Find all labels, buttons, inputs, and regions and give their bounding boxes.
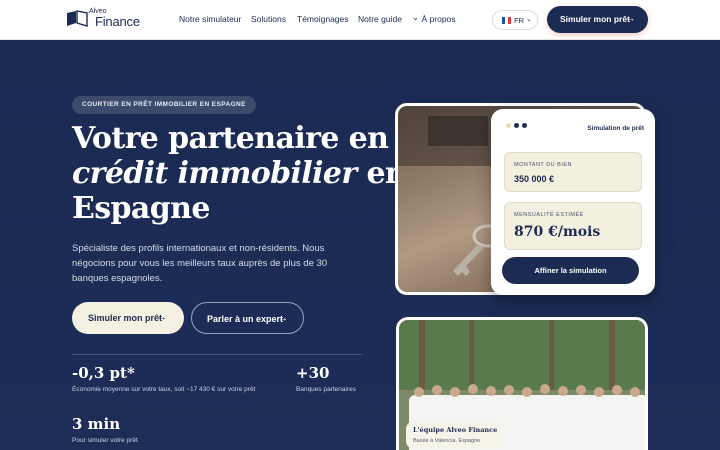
hero-title: Votre partenaire en crédit immobilier en… [72, 121, 407, 226]
logo-text-big: Finance [95, 14, 140, 29]
language-label: FR [514, 16, 524, 25]
simulation-title: Simulation de prêt [587, 125, 644, 132]
nav-a-propos-label: À propos [421, 14, 456, 24]
simulate-loan-button-header[interactable]: Simuler mon prêt → [547, 6, 648, 33]
property-amount-label: MONTANT DU BIEN [514, 162, 573, 168]
cta-label: Simuler mon prêt [560, 14, 630, 24]
chevron-down-icon: ⌄ [526, 16, 532, 23]
stat-banks-value: +30 [296, 364, 330, 382]
team-caption-subtitle: Basée à Valencia, Espagne [413, 438, 481, 444]
nav-solutions[interactable]: Solutions [251, 14, 286, 24]
nav-simulateur[interactable]: Notre simulateur [179, 14, 241, 24]
hero-title-line3: Espagne [72, 191, 210, 226]
team-caption: L'équipe Alveo Finance Basée à Valencia,… [406, 421, 502, 449]
site-header: Alveo Finance Notre simulateur Solutions… [0, 0, 720, 40]
language-selector[interactable]: FR ⌄ [492, 10, 538, 30]
stats-divider [72, 354, 363, 355]
stat-rate-value: -0,3 pt* [72, 364, 135, 382]
simulation-card: Simulation de prêt MONTANT DU BIEN 350 0… [491, 109, 655, 295]
hero-badge: COURTIER EN PRÊT IMMOBILIER EN ESPAGNE [72, 96, 256, 114]
nav-a-propos[interactable]: ⌄ À propos [412, 12, 456, 25]
nav-temoignages[interactable]: Témoignages [297, 14, 349, 24]
property-amount-value: 350 000 € [514, 174, 555, 184]
stat-banks-label: Banques partenaires [296, 386, 356, 393]
monthly-payment-field: MENSUALITÉ ESTIMÉE 870 €/mois [504, 202, 642, 250]
flag-fr-icon [502, 17, 511, 24]
hero-title-line1: Votre partenaire en [72, 121, 389, 156]
talk-to-expert-button[interactable]: Parler à un expert → [191, 302, 304, 334]
monthly-payment-label: MENSUALITÉ ESTIMÉE [514, 212, 584, 218]
hero-section: COURTIER EN PRÊT IMMOBILIER EN ESPAGNE V… [0, 41, 720, 450]
simulate-loan-label: Simuler mon prêt [88, 313, 163, 323]
simulate-loan-button[interactable]: Simuler mon prêt → [72, 302, 184, 334]
team-caption-title: L'équipe Alveo Finance [413, 426, 498, 434]
hero-subtitle: Spécialiste des profils internationaux e… [72, 243, 328, 284]
arrow-right-icon: → [278, 313, 288, 324]
stat-rate-label: Économie moyenne sur votre taux, soit ~1… [72, 386, 256, 393]
monthly-payment-value: 870 €/mois [514, 224, 601, 240]
refine-simulation-button[interactable]: Affiner la simulation [502, 257, 639, 284]
hero-title-emphasis: crédit immobilier [72, 156, 357, 191]
arrow-right-icon: → [626, 13, 635, 23]
stat-time-value: 3 min [72, 415, 121, 433]
stat-time-label: Pour simuler votre prêt [72, 437, 138, 444]
book-logo-icon [67, 10, 88, 27]
arrow-right-icon: → [157, 312, 167, 323]
chevron-down-icon: ⌄ [412, 12, 420, 22]
talk-to-expert-label: Parler à un expert [207, 314, 284, 324]
window-dots-icon [506, 123, 527, 128]
property-amount-field[interactable]: MONTANT DU BIEN 350 000 € [504, 152, 642, 192]
brand-logo[interactable]: Alveo Finance [66, 8, 146, 30]
nav-guide[interactable]: Notre guide [358, 14, 402, 24]
hero-title-line2: crédit immobilier en [72, 156, 407, 191]
